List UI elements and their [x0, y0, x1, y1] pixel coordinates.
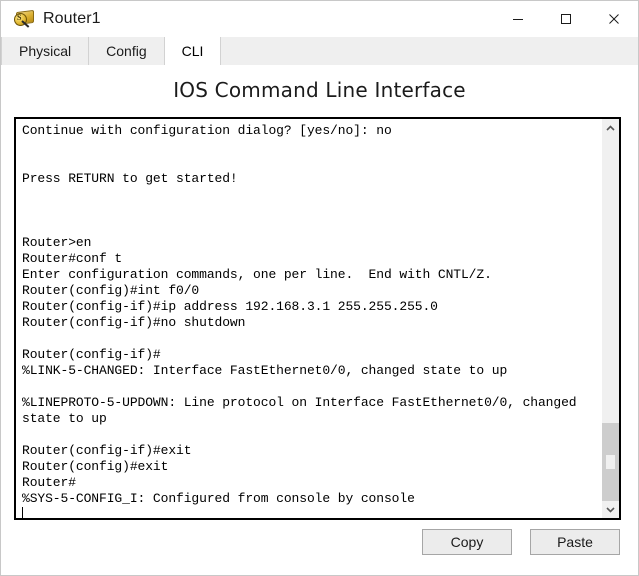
page-title: IOS Command Line Interface [173, 78, 466, 102]
paste-button[interactable]: Paste [530, 529, 620, 555]
terminal-container: Continue with configuration dialog? [yes… [14, 117, 621, 520]
copy-button[interactable]: Copy [422, 529, 512, 555]
terminal-line: %LINK-5-CHANGED: Interface FastEthernet0… [22, 363, 508, 378]
scrollbar-thumb[interactable] [602, 423, 619, 501]
scrollbar-down-button[interactable] [602, 501, 619, 518]
terminal-line: Router(config-if)# [22, 347, 161, 362]
terminal-line: Enter configuration commands, one per li… [22, 267, 492, 282]
terminal-line: Press RETURN to get started! [22, 171, 238, 186]
window-title: Router1 [43, 10, 101, 27]
action-buttons: Copy Paste [422, 529, 620, 555]
terminal-line: state to up [22, 411, 107, 426]
terminal-line: Router(config)#int f0/0 [22, 283, 200, 298]
minimize-button[interactable] [494, 1, 542, 37]
window-controls [494, 1, 638, 37]
tab-strip: Physical Config CLI [1, 37, 638, 66]
terminal-line: Router(config-if)#ip address 192.168.3.1… [22, 299, 438, 314]
scrollbar-track[interactable] [602, 136, 619, 501]
terminal-cursor-line [22, 507, 601, 518]
tab-physical[interactable]: Physical [1, 37, 90, 65]
terminal-output[interactable]: Continue with configuration dialog? [yes… [16, 119, 601, 518]
terminal-line: Router(config)#exit [22, 459, 169, 474]
title-bar: Router1 [1, 1, 638, 37]
cli-panel: IOS Command Line Interface Continue with… [1, 66, 638, 575]
close-button[interactable] [590, 1, 638, 37]
tab-cli[interactable]: CLI [164, 37, 222, 65]
terminal-line: Continue with configuration dialog? [yes… [22, 123, 392, 138]
minimize-icon [513, 19, 523, 20]
terminal-line: Router>en [22, 235, 92, 250]
maximize-icon [561, 14, 571, 24]
tab-config[interactable]: Config [89, 37, 165, 65]
scrollbar-thumb-grip [606, 455, 615, 469]
terminal-line: Router# [22, 475, 76, 490]
maximize-button[interactable] [542, 1, 590, 37]
terminal-scrollbar[interactable] [601, 119, 619, 518]
close-icon [609, 14, 619, 24]
terminal-line: Router#conf t [22, 251, 123, 266]
router-icon [13, 8, 35, 30]
title-bar-left: Router1 [1, 8, 494, 30]
terminal-line: Router(config-if)#no shutdown [22, 315, 246, 330]
chevron-up-icon [606, 124, 615, 131]
chevron-down-icon [606, 506, 615, 513]
terminal-line: %LINEPROTO-5-UPDOWN: Line protocol on In… [22, 395, 577, 410]
terminal-line: Router(config-if)#exit [22, 443, 192, 458]
text-cursor [22, 507, 23, 518]
terminal-line: %SYS-5-CONFIG_I: Configured from console… [22, 491, 415, 506]
scrollbar-up-button[interactable] [602, 119, 619, 136]
router-cli-window: Router1 Physical Config [0, 0, 639, 576]
